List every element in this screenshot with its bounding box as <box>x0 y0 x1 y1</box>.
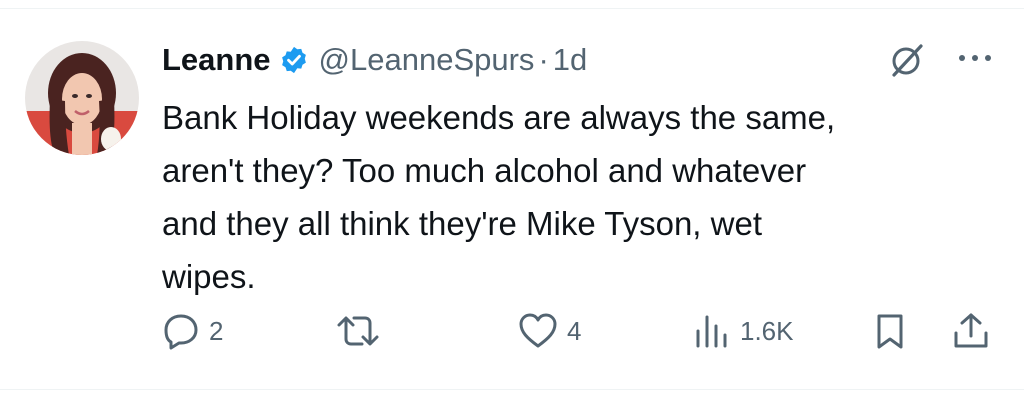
user-handle[interactable]: @LeanneSpurs <box>319 42 535 78</box>
avatar[interactable] <box>25 41 139 155</box>
reply-count: 2 <box>209 315 224 346</box>
more-dots-icon[interactable] <box>953 46 997 70</box>
tweet-header: Leanne @LeanneSpurs · 1d <box>162 38 587 82</box>
reply-icon <box>161 311 201 351</box>
views-count: 1.6K <box>740 315 794 346</box>
heart-icon <box>517 311 559 351</box>
retweet-button[interactable] <box>334 306 390 356</box>
top-divider <box>0 8 1024 9</box>
timestamp[interactable]: 1d <box>553 42 587 78</box>
display-name[interactable]: Leanne <box>162 42 271 78</box>
tweet-text: Bank Holiday weekends are always the sam… <box>162 99 836 295</box>
tweet-action-bar: 2 4 1.6K <box>0 306 1024 356</box>
like-button[interactable]: 4 <box>517 306 581 356</box>
bottom-divider <box>0 389 1024 390</box>
grok-icon[interactable] <box>888 41 926 79</box>
like-count: 4 <box>567 315 582 346</box>
views-icon <box>692 311 732 351</box>
reply-button[interactable]: 2 <box>161 306 223 356</box>
share-button[interactable] <box>951 306 991 356</box>
share-icon <box>951 311 991 351</box>
views-button[interactable]: 1.6K <box>692 306 794 356</box>
bookmark-icon <box>870 311 910 351</box>
retweet-icon <box>334 311 382 351</box>
header-separator: · <box>538 42 549 77</box>
bookmark-button[interactable] <box>870 306 910 356</box>
verified-badge-icon <box>279 45 309 75</box>
